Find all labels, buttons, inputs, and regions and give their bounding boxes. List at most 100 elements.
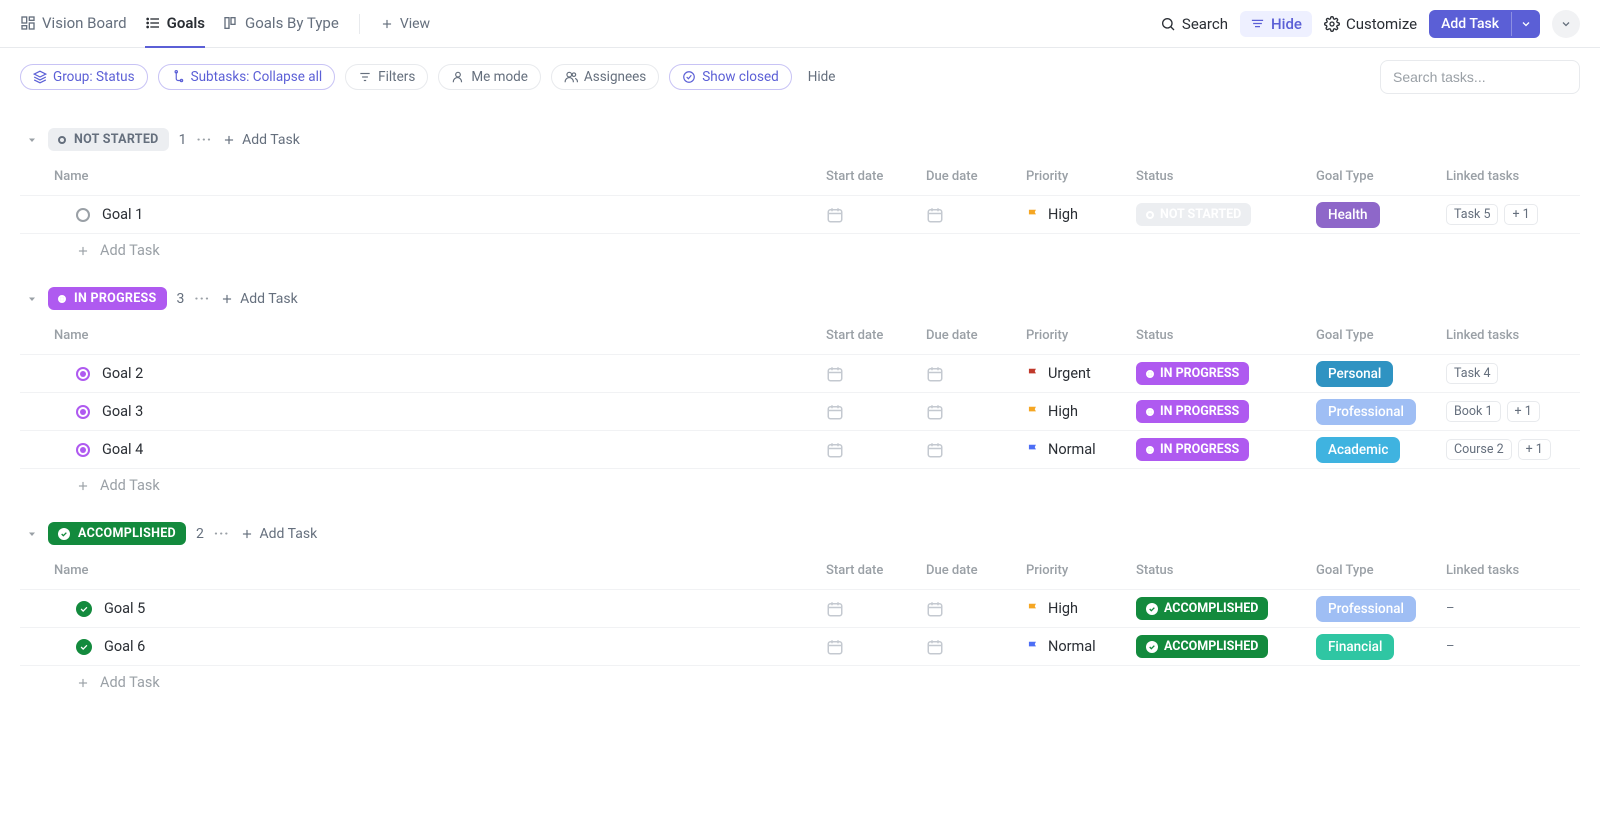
linked-tasks-cell[interactable]: Task 4 — [1440, 359, 1580, 388]
group-add-task-button[interactable]: Add Task — [220, 291, 298, 307]
status-dot-icon[interactable] — [76, 639, 92, 655]
task-row[interactable]: Goal 5HighACCOMPLISHEDProfessional– — [20, 589, 1580, 627]
start-date-cell[interactable] — [820, 437, 920, 463]
linked-tasks-cell[interactable]: Course 2 + 1 — [1440, 435, 1580, 464]
start-date-cell[interactable] — [820, 361, 920, 387]
status-dot-icon[interactable] — [76, 601, 92, 617]
linked-more-chip[interactable]: + 1 — [1518, 439, 1551, 460]
tab-goals-by-type[interactable]: Goals By Type — [223, 0, 339, 48]
priority-cell[interactable]: High — [1020, 399, 1130, 424]
col-header-name[interactable]: Name — [20, 324, 820, 347]
due-date-cell[interactable] — [920, 361, 1020, 387]
subtasks-pill[interactable]: Subtasks: Collapse all — [158, 64, 336, 90]
col-header-linked[interactable]: Linked tasks — [1440, 324, 1580, 347]
search-tasks-input[interactable] — [1380, 60, 1580, 94]
start-date-cell[interactable] — [820, 596, 920, 622]
add-task-button[interactable]: Add Task — [1429, 10, 1540, 38]
col-header-status[interactable]: Status — [1130, 559, 1310, 582]
collapse-toggle[interactable] — [26, 528, 38, 540]
due-date-cell[interactable] — [920, 202, 1020, 228]
due-date-cell[interactable] — [920, 596, 1020, 622]
priority-cell[interactable]: Normal — [1020, 437, 1130, 462]
start-date-cell[interactable] — [820, 634, 920, 660]
hide-button[interactable]: Hide — [1240, 11, 1312, 37]
tab-vision-board[interactable]: Vision Board — [20, 0, 127, 48]
status-cell[interactable]: IN PROGRESS — [1130, 358, 1310, 389]
col-header-goal_type[interactable]: Goal Type — [1310, 324, 1440, 347]
goal-type-cell[interactable]: Personal — [1310, 357, 1440, 391]
col-header-status[interactable]: Status — [1130, 324, 1310, 347]
task-row[interactable]: Goal 6NormalACCOMPLISHEDFinancial– — [20, 627, 1580, 665]
col-header-goal_type[interactable]: Goal Type — [1310, 165, 1440, 188]
col-header-goal_type[interactable]: Goal Type — [1310, 559, 1440, 582]
add-task-row[interactable]: Add Task — [20, 233, 1580, 267]
status-cell[interactable]: ACCOMPLISHED — [1130, 593, 1310, 624]
goal-type-cell[interactable]: Professional — [1310, 592, 1440, 626]
due-date-cell[interactable] — [920, 399, 1020, 425]
show-closed-pill[interactable]: Show closed — [669, 64, 791, 90]
col-header-linked[interactable]: Linked tasks — [1440, 165, 1580, 188]
add-task-dropdown[interactable] — [1511, 12, 1540, 36]
more-menu-button[interactable] — [1552, 10, 1580, 38]
linked-more-chip[interactable]: + 1 — [1507, 401, 1540, 422]
col-header-status[interactable]: Status — [1130, 165, 1310, 188]
due-date-cell[interactable] — [920, 437, 1020, 463]
col-header-due[interactable]: Due date — [920, 324, 1020, 347]
tab-goals[interactable]: Goals — [145, 0, 205, 48]
col-header-start[interactable]: Start date — [820, 324, 920, 347]
status-chip[interactable]: IN PROGRESS — [48, 287, 167, 310]
add-task-row[interactable]: Add Task — [20, 665, 1580, 699]
priority-cell[interactable]: Normal — [1020, 634, 1130, 659]
group-add-task-button[interactable]: Add Task — [222, 132, 300, 148]
status-dot-icon[interactable] — [76, 208, 90, 222]
goal-type-cell[interactable]: Health — [1310, 198, 1440, 232]
linked-task-chip[interactable]: Task 4 — [1446, 363, 1498, 384]
group-more-button[interactable]: ··· — [194, 291, 210, 307]
start-date-cell[interactable] — [820, 202, 920, 228]
task-row[interactable]: Goal 2UrgentIN PROGRESSPersonalTask 4 — [20, 354, 1580, 392]
due-date-cell[interactable] — [920, 634, 1020, 660]
customize-button[interactable]: Customize — [1324, 15, 1417, 33]
col-header-name[interactable]: Name — [20, 559, 820, 582]
linked-tasks-cell[interactable]: – — [1440, 597, 1580, 620]
goal-type-cell[interactable]: Academic — [1310, 433, 1440, 467]
me-mode-pill[interactable]: Me mode — [438, 64, 541, 90]
priority-cell[interactable]: High — [1020, 596, 1130, 621]
priority-cell[interactable]: Urgent — [1020, 361, 1130, 386]
col-header-priority[interactable]: Priority — [1020, 165, 1130, 188]
hide-filters-link[interactable]: Hide — [808, 69, 836, 85]
search-button[interactable]: Search — [1160, 15, 1228, 33]
group-more-button[interactable]: ··· — [196, 132, 212, 148]
goal-type-cell[interactable]: Financial — [1310, 630, 1440, 664]
linked-tasks-cell[interactable]: – — [1440, 635, 1580, 658]
group-by-pill[interactable]: Group: Status — [20, 64, 148, 90]
status-cell[interactable]: ACCOMPLISHED — [1130, 631, 1310, 662]
assignees-pill[interactable]: Assignees — [551, 64, 659, 90]
col-header-start[interactable]: Start date — [820, 559, 920, 582]
linked-task-chip[interactable]: Course 2 — [1446, 439, 1512, 460]
linked-task-chip[interactable]: Task 5 — [1446, 204, 1498, 225]
linked-tasks-cell[interactable]: Book 1+ 1 — [1440, 397, 1580, 426]
add-view-button[interactable]: View — [380, 16, 430, 32]
group-add-task-button[interactable]: Add Task — [240, 526, 318, 542]
collapse-toggle[interactable] — [26, 134, 38, 146]
task-row[interactable]: Goal 3HighIN PROGRESSProfessionalBook 1+… — [20, 392, 1580, 430]
col-header-due[interactable]: Due date — [920, 165, 1020, 188]
col-header-linked[interactable]: Linked tasks — [1440, 559, 1580, 582]
task-row[interactable]: Goal 4NormalIN PROGRESSAcademicCourse 2+… — [20, 430, 1580, 468]
add-task-row[interactable]: Add Task — [20, 468, 1580, 502]
task-row[interactable]: Goal 1HighNOT STARTEDHealthTask 5+ 1 — [20, 195, 1580, 233]
collapse-toggle[interactable] — [26, 293, 38, 305]
col-header-name[interactable]: Name — [20, 165, 820, 188]
status-dot-icon[interactable] — [76, 443, 90, 457]
status-dot-icon[interactable] — [76, 405, 90, 419]
col-header-priority[interactable]: Priority — [1020, 559, 1130, 582]
status-cell[interactable]: IN PROGRESS — [1130, 434, 1310, 465]
col-header-priority[interactable]: Priority — [1020, 324, 1130, 347]
status-cell[interactable]: NOT STARTED — [1130, 199, 1310, 230]
linked-tasks-cell[interactable]: Task 5+ 1 — [1440, 200, 1580, 229]
goal-type-cell[interactable]: Professional — [1310, 395, 1440, 429]
priority-cell[interactable]: High — [1020, 202, 1130, 227]
status-chip[interactable]: NOT STARTED — [48, 128, 169, 151]
group-more-button[interactable]: ··· — [214, 526, 230, 542]
